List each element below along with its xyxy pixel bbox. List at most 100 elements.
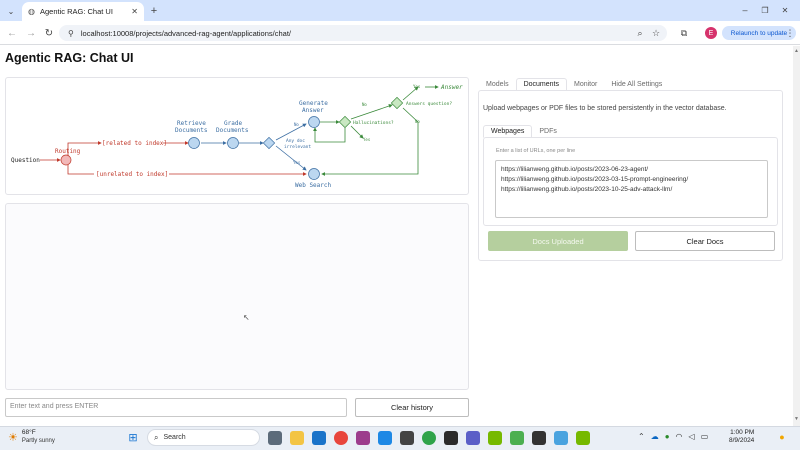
reload-icon[interactable]: ↻: [43, 27, 55, 39]
question-label: Question: [11, 157, 40, 164]
answers-decision: [390, 96, 404, 110]
minimize-icon[interactable]: –: [738, 4, 752, 16]
clock-time: 1:00 PM: [730, 429, 755, 436]
chevron-up-icon[interactable]: ⌃: [638, 432, 645, 441]
zoom-icon[interactable]: ⌕: [634, 27, 646, 39]
hallucination-decision: [338, 115, 352, 129]
forward-icon[interactable]: →: [25, 27, 37, 39]
task-view-icon[interactable]: [268, 431, 282, 445]
vscode-icon[interactable]: [378, 431, 392, 445]
new-tab-icon[interactable]: +: [148, 5, 160, 17]
url-text: localhost:10008/projects/advanced-rag-ag…: [80, 28, 291, 38]
retrieve-node: [188, 137, 200, 149]
file-explorer-icon[interactable]: [290, 431, 304, 445]
notifications-icon[interactable]: ●: [776, 431, 788, 443]
page-scrollbar[interactable]: ▲ ▼: [793, 46, 800, 426]
workflow-diagram-panel: Question Routing [related to index] [unr…: [5, 77, 469, 195]
wifi-icon[interactable]: ◠: [676, 432, 683, 441]
yes-label-2: Yes: [363, 137, 371, 142]
urls-textarea[interactable]: https://lilianweng.github.io/posts/2023-…: [495, 160, 768, 218]
mouse-cursor-icon: ↖: [243, 313, 250, 322]
maximize-icon[interactable]: ❐: [758, 4, 772, 16]
no-label-1: No: [294, 122, 299, 127]
taskbar-search[interactable]: ⌕ Search: [147, 429, 260, 446]
menu-dots-icon[interactable]: ⋮: [785, 27, 795, 39]
volume-icon[interactable]: ◁: [689, 432, 695, 441]
address-bar[interactable]: ⚲ localhost:10008/projects/advanced-rag-…: [59, 25, 667, 41]
browser-tab[interactable]: ◍ Agentic RAG: Chat UI ✕: [22, 2, 144, 21]
notepad-icon[interactable]: [554, 431, 568, 445]
routing-node: [60, 154, 72, 166]
zotero-icon[interactable]: [532, 431, 546, 445]
unrelated-label: [unrelated to index]: [96, 171, 168, 178]
clear-history-button[interactable]: Clear history: [355, 398, 469, 417]
retrieve-label: Retrieve: [177, 120, 206, 127]
answer-label: Answer: [440, 84, 463, 91]
generate-node: [308, 116, 320, 128]
microphone-icon[interactable]: ●: [665, 432, 670, 441]
relevance-decision: [262, 136, 276, 150]
terminal-icon[interactable]: [444, 431, 458, 445]
profile-avatar[interactable]: E: [705, 27, 717, 39]
battery-icon[interactable]: ▭: [701, 432, 709, 441]
grade-label: Grade: [224, 120, 242, 127]
nvidia-app-icon[interactable]: [576, 431, 590, 445]
hallucinations-label: Hallucinations?: [353, 120, 394, 126]
clock[interactable]: 1:00 PM 8/9/2024: [729, 429, 754, 445]
url-line: https://lilianweng.github.io/posts/2023-…: [501, 176, 689, 183]
slack-icon[interactable]: [356, 431, 370, 445]
weather-icon: ☀: [8, 431, 18, 444]
back-icon[interactable]: ←: [6, 27, 18, 39]
search-icon: ⌕: [154, 432, 159, 442]
grade-node: [227, 137, 239, 149]
chat-history-panel[interactable]: [5, 203, 469, 390]
documents-description: Upload webpages or PDF files to be store…: [483, 105, 727, 112]
any-doc-label: Any doc: [286, 138, 305, 144]
irrelevant-label: irrelevant: [284, 144, 311, 150]
tab-list-icon[interactable]: ⌄: [5, 5, 17, 17]
weather-widget[interactable]: ☀ 68°F Partly sunny: [8, 429, 55, 445]
onedrive-icon[interactable]: ☁: [651, 432, 659, 441]
teams-icon[interactable]: [466, 431, 480, 445]
bookmark-star-icon[interactable]: ☆: [650, 27, 662, 39]
yes-label-1: Yes: [293, 160, 301, 165]
chat-input[interactable]: Enter text and press ENTER: [5, 398, 347, 417]
clear-docs-button[interactable]: Clear Docs: [635, 231, 775, 251]
retrieve-label-2: Documents: [175, 127, 208, 134]
docs-uploaded-button[interactable]: Docs Uploaded: [488, 231, 628, 251]
url-line: https://lilianweng.github.io/posts/2023-…: [501, 166, 649, 173]
generate-label-2: Answer: [302, 107, 324, 114]
clock-date: 8/9/2024: [729, 437, 755, 444]
urls-label: Enter a list of URLs, one per line: [496, 148, 576, 154]
web-search-label: Web Search: [295, 182, 332, 189]
taskbar-apps: [268, 431, 590, 445]
chrome-icon[interactable]: [334, 431, 348, 445]
globe-icon: ◍: [28, 7, 35, 16]
routing-label: Routing: [55, 148, 81, 155]
close-window-icon[interactable]: ✕: [778, 4, 792, 16]
yes-label-3: Yes: [413, 84, 421, 89]
extensions-icon[interactable]: ⧉: [678, 27, 690, 39]
nvidia-icon[interactable]: [488, 431, 502, 445]
grade-label-2: Documents: [216, 127, 249, 134]
calculator-icon[interactable]: [400, 431, 414, 445]
start-icon[interactable]: ⊞: [126, 430, 140, 444]
answers-question-label: Answers question?: [406, 101, 452, 107]
no-label-2: No: [362, 102, 367, 107]
outlook-icon[interactable]: [312, 431, 326, 445]
weather-desc: Partly sunny: [21, 438, 55, 444]
taskbar-search-label: Search: [163, 434, 186, 441]
url-line: https://lilianweng.github.io/posts/2023-…: [501, 186, 673, 193]
chat-input-placeholder: Enter text and press ENTER: [10, 403, 99, 410]
system-tray: ⌃ ☁ ● ◠ ◁ ▭: [638, 432, 708, 441]
no-label-3: No: [415, 119, 420, 124]
web-search-node: [308, 168, 320, 180]
close-tab-icon[interactable]: ✕: [131, 7, 138, 16]
site-info-icon[interactable]: ⚲: [68, 29, 74, 38]
tab-title: Agentic RAG: Chat UI: [39, 7, 113, 16]
weather-temp: 68°F: [21, 429, 36, 436]
generate-label: Generate: [299, 100, 328, 107]
app-icon-green[interactable]: [510, 431, 524, 445]
page-title: Agentic RAG: Chat UI: [5, 51, 134, 65]
browser-app-icon[interactable]: [422, 431, 436, 445]
